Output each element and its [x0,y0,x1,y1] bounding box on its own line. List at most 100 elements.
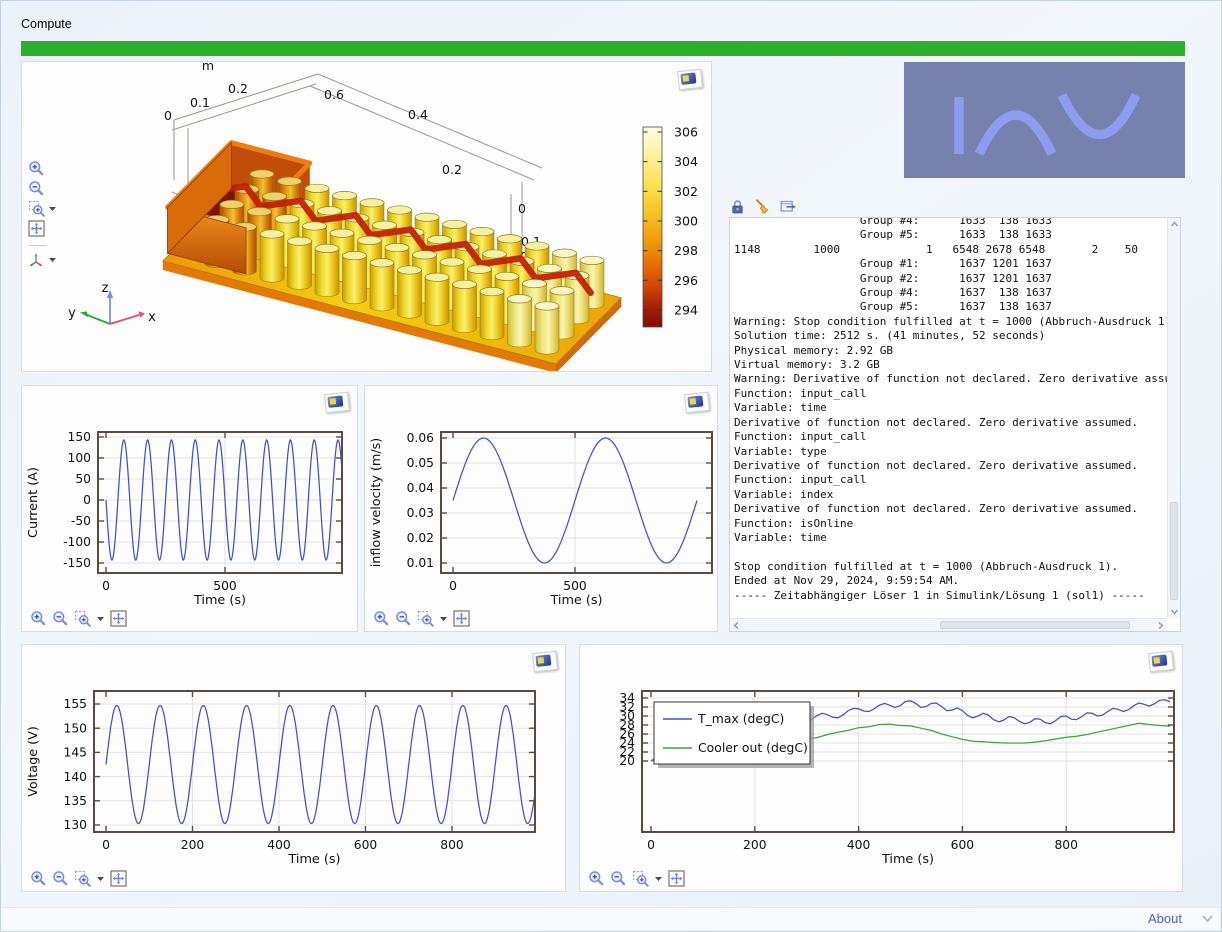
series-line [106,706,539,824]
caret-down-icon[interactable] [654,870,663,887]
company-logo [904,62,1185,178]
status-bar: About [2,907,1220,930]
zoom-extents-icon[interactable] [453,610,470,627]
scroll-down-icon[interactable] [1170,607,1179,616]
zoom-box-icon[interactable] [28,200,45,217]
zoom-in-icon[interactable] [28,160,45,177]
open-log-window-icon[interactable] [780,198,797,215]
toolbar-row [28,160,57,177]
progress-bar [21,41,1185,56]
chart-text: Time (s) [549,593,602,608]
zoom-out-icon[interactable] [395,610,412,627]
chart-text: 0.01 [407,556,434,570]
chart-text: Time (s) [881,852,934,867]
chart-text: -150 [63,556,91,570]
zoom-out-icon[interactable] [610,870,627,887]
chart-text: z [102,281,109,296]
scrollbar-thumb[interactable] [940,621,1130,629]
clear-log-icon[interactable] [754,198,771,215]
chart-text: 0.1 [190,95,210,110]
model-plot-card: m00.10.20.60.40.200.10.05m0zxy3063043023… [21,61,712,372]
open-plot-icon[interactable] [1148,651,1174,672]
zoom-in-icon[interactable] [30,870,47,887]
chart-text: 0.04 [407,481,435,495]
chart-text: 100 [68,451,91,465]
caret-down-icon[interactable] [48,251,57,268]
scroll-right-icon[interactable] [1156,621,1165,630]
about-link[interactable]: About [1148,911,1182,926]
inflow-plot-card: 05000.060.050.040.030.020.01Time (s)infl… [364,385,718,632]
zoom-box-icon[interactable] [417,610,434,627]
chart-text: 800 [440,838,463,852]
zoom-in-icon[interactable] [373,610,390,627]
log-vertical-scrollbar[interactable] [1167,218,1180,618]
chart-text: T_max (degC) [697,711,784,726]
scroll-up-icon[interactable] [1170,220,1179,229]
chart-text: 155 [64,697,87,711]
chart-text: 0.2 [228,81,248,96]
plot-icon-glyph [1154,657,1161,664]
plot-icon-glyph [330,398,337,405]
open-plot-icon[interactable] [532,651,558,672]
caret-down-icon[interactable] [48,200,57,217]
toolbar-row [28,220,57,237]
zoom-box-icon[interactable] [74,870,91,887]
chart-text: 294 [674,302,698,317]
scroll-left-icon[interactable] [732,621,741,630]
chart-text: 135 [64,794,87,808]
color-legend [643,127,662,327]
toolbar-separator [29,245,47,246]
chart-text: 306 [674,125,698,140]
plot-toolbar [30,870,127,887]
zoom-out-icon[interactable] [28,180,45,197]
toolbar-row [28,240,57,248]
chart-text: 145 [64,746,87,760]
chart-text: 0 [449,579,457,593]
zoom-box-icon[interactable] [632,870,649,887]
lock-icon[interactable] [730,199,745,214]
chart-text: 600 [951,838,974,852]
chart-text: x [148,310,156,325]
chart-text: y [68,306,76,321]
zoom-extents-icon[interactable] [668,870,685,887]
zoom-extents-icon[interactable] [110,870,127,887]
caret-down-icon[interactable] [439,610,448,627]
chart-text: 200 [181,838,204,852]
chart-text: 400 [847,838,870,852]
caret-down-icon[interactable] [96,870,105,887]
plot-icon-glyph [683,75,690,82]
chart-text: 0 [102,579,110,593]
log-horizontal-scrollbar[interactable] [730,618,1167,631]
log-output[interactable]: Group #4: 1633 138 1633 Group #5: 1633 1… [730,217,1169,604]
scrollbar-thumb[interactable] [1170,502,1178,600]
chart-text: 0.2 [442,162,462,177]
chart-text: 0.05 [407,456,434,470]
zoom-in-icon[interactable] [30,610,47,627]
plot-toolbar [588,870,685,887]
plot-icon-glyph [538,657,545,664]
chart-text: 140 [64,770,87,784]
model-toolbar [28,160,57,268]
app-window: Compute m00.10.20.60.40.200.10.05m0zxy30… [0,0,1222,932]
open-plot-icon[interactable] [324,392,350,413]
zoom-in-icon[interactable] [588,870,605,887]
voltage-plot-card: 0200400600800155150145140135130Time (s)V… [21,644,566,892]
zoom-box-icon[interactable] [74,610,91,627]
chart-text: 0 [164,108,172,123]
zoom-extents-icon[interactable] [28,220,45,237]
toolbar-row [28,200,57,217]
open-plot-icon[interactable] [677,69,703,90]
chart-text: 0 [518,201,526,216]
caret-down-icon[interactable] [96,610,105,627]
zoom-out-icon[interactable] [52,610,69,627]
chart-text: 20 [619,754,635,768]
chart-text: Current (A) [26,467,41,538]
default-3d-view-icon[interactable] [28,251,45,268]
zoom-extents-icon[interactable] [110,610,127,627]
open-plot-icon[interactable] [684,392,710,413]
chart-text: -50 [71,514,91,528]
plot-toolbar [30,610,127,627]
zoom-out-icon[interactable] [52,870,69,887]
chart-text: 400 [267,838,290,852]
chevron-down-icon[interactable] [1201,913,1214,924]
